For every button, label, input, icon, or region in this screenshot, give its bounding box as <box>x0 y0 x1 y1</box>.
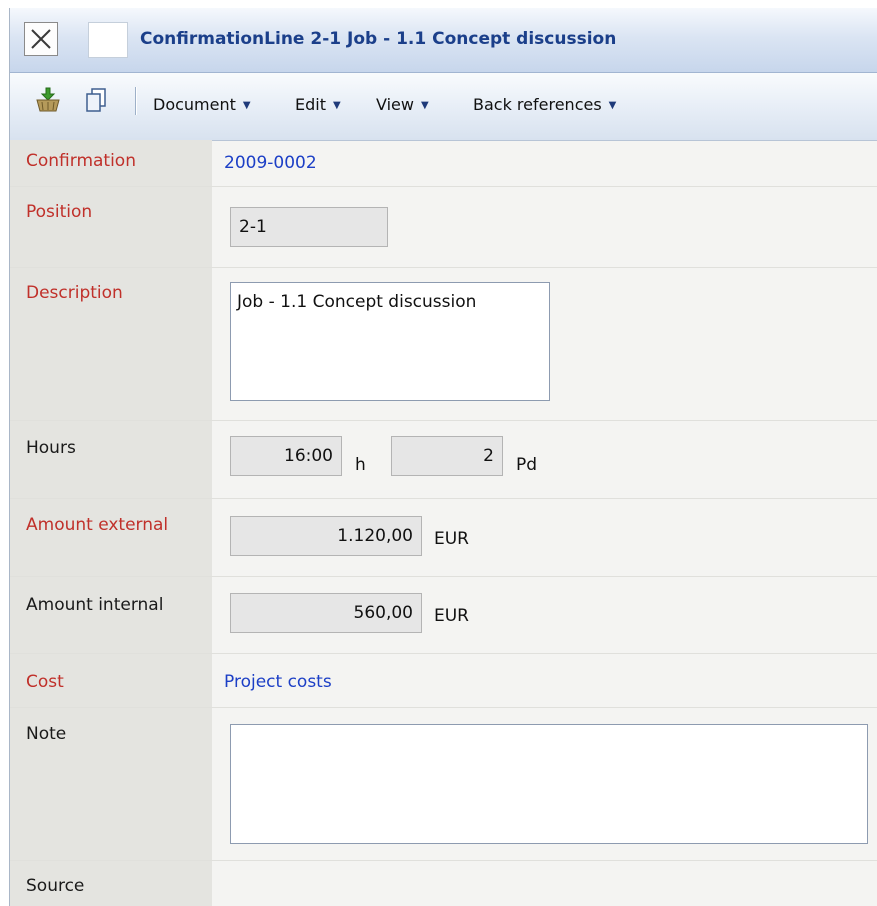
amount-external-currency: EUR <box>434 529 469 549</box>
menu-back-references[interactable]: Back references ▼ <box>473 95 616 114</box>
row-divider <box>10 576 877 577</box>
amount-internal-label: Amount internal <box>26 595 164 615</box>
row-divider <box>10 267 877 268</box>
amount-external-label: Amount external <box>26 515 169 535</box>
note-label: Note <box>26 724 67 744</box>
menu-view[interactable]: View ▼ <box>376 95 429 114</box>
basket-add-icon[interactable] <box>34 86 62 119</box>
amount-internal-field[interactable]: 560,00 <box>230 593 422 633</box>
chevron-down-icon: ▼ <box>332 100 341 111</box>
chevron-down-icon: ▼ <box>608 100 617 111</box>
hours-label: Hours <box>26 438 76 458</box>
hours-unit: h <box>355 455 366 475</box>
confirmation-link[interactable]: 2009-0002 <box>224 153 317 173</box>
cost-label: Cost <box>26 672 64 692</box>
chevron-down-icon: ▼ <box>242 100 251 111</box>
amount-internal-currency: EUR <box>434 606 469 626</box>
close-icon <box>31 29 51 49</box>
source-label: Source <box>26 876 85 896</box>
row-divider <box>10 653 877 654</box>
toolbar-separator <box>135 87 137 115</box>
person-days-field[interactable]: 2 <box>391 436 503 476</box>
close-button[interactable] <box>24 22 58 56</box>
position-field[interactable]: 2-1 <box>230 207 388 247</box>
window-title: ConfirmationLine 2-1 Job - 1.1 Concept d… <box>140 29 617 49</box>
hours-field[interactable]: 16:00 <box>230 436 342 476</box>
confirmation-label: Confirmation <box>26 151 136 171</box>
detail-window: ConfirmationLine 2-1 Job - 1.1 Concept d… <box>9 8 877 906</box>
row-divider <box>10 420 877 421</box>
row-divider <box>10 860 877 861</box>
description-label: Description <box>26 283 123 303</box>
menu-view-label: View <box>376 95 414 114</box>
cost-link[interactable]: Project costs <box>224 672 332 692</box>
menu-document[interactable]: Document ▼ <box>153 95 251 114</box>
title-bar: ConfirmationLine 2-1 Job - 1.1 Concept d… <box>10 8 877 73</box>
toolbar: Document ▼ Edit ▼ View ▼ Back references ▼ <box>10 73 877 141</box>
menu-document-label: Document <box>153 95 236 114</box>
note-field[interactable] <box>230 724 868 844</box>
row-divider <box>10 186 877 187</box>
window-checkbox[interactable] <box>88 22 128 58</box>
menu-edit-label: Edit <box>295 95 326 114</box>
row-divider <box>10 707 877 708</box>
position-label: Position <box>26 202 93 222</box>
row-divider <box>10 498 877 499</box>
description-field[interactable]: Job - 1.1 Concept discussion <box>230 282 550 401</box>
chevron-down-icon: ▼ <box>420 100 429 111</box>
menu-edit[interactable]: Edit ▼ <box>295 95 341 114</box>
copy-icon[interactable] <box>82 86 110 119</box>
person-days-unit: Pd <box>516 455 538 475</box>
menu-back-references-label: Back references <box>473 95 602 114</box>
amount-external-field[interactable]: 1.120,00 <box>230 516 422 556</box>
